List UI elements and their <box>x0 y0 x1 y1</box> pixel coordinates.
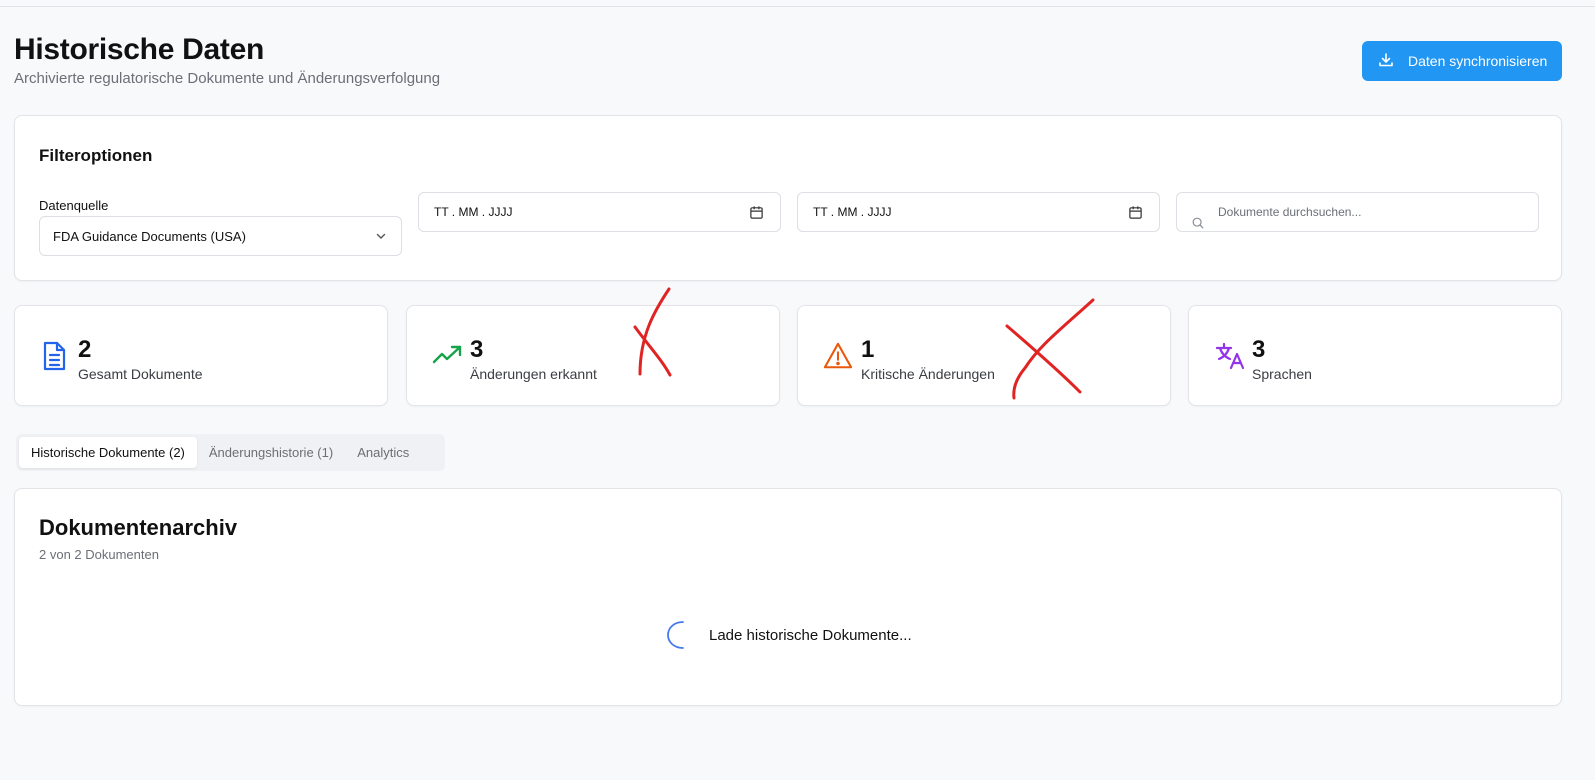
stat-card-total-documents: 2 Gesamt Dokumente <box>14 305 388 406</box>
date-from-input[interactable]: TT . MM . JJJJ <box>418 192 781 232</box>
top-divider <box>0 6 1595 7</box>
stat-value: 3 <box>470 336 484 363</box>
date-to-input[interactable]: TT . MM . JJJJ <box>797 192 1160 232</box>
stat-value: 3 <box>1252 336 1266 363</box>
archive-count: 2 von 2 Dokumenten <box>39 547 159 562</box>
tab-bar: Historische Dokumente (2) Änderungshisto… <box>16 434 445 471</box>
calendar-icon[interactable] <box>749 205 764 220</box>
search-icon <box>1192 217 1204 229</box>
calendar-icon[interactable] <box>1128 205 1143 220</box>
loading-text: Lade historische Dokumente... <box>709 626 912 644</box>
search-input[interactable]: Dokumente durchsuchen... <box>1176 192 1539 232</box>
loading-indicator: Lade historische Dokumente... <box>665 619 912 651</box>
translate-icon <box>1215 342 1245 370</box>
stat-value: 1 <box>861 336 875 363</box>
date-to-value: TT . MM . JJJJ <box>813 205 892 219</box>
document-icon <box>43 341 66 371</box>
warning-icon <box>823 342 853 369</box>
stat-value: 2 <box>78 336 92 363</box>
stat-label: Änderungen erkannt <box>470 366 597 382</box>
filter-panel: Filteroptionen Datenquelle FDA Guidance … <box>14 115 1562 281</box>
stat-card-languages: 3 Sprachen <box>1188 305 1562 406</box>
archive-title: Dokumentenarchiv <box>39 515 238 540</box>
stat-card-changes-detected: 3 Änderungen erkannt <box>406 305 780 406</box>
filter-title: Filteroptionen <box>39 146 153 165</box>
tab-analytics[interactable]: Analytics <box>345 437 421 468</box>
source-select[interactable]: FDA Guidance Documents (USA) <box>39 216 402 256</box>
stat-label: Kritische Änderungen <box>861 366 995 382</box>
search-placeholder: Dokumente durchsuchen... <box>1218 205 1362 219</box>
chevron-down-icon <box>376 233 386 239</box>
document-archive-panel: Dokumentenarchiv 2 von 2 Dokumenten Lade… <box>14 488 1562 706</box>
page-subtitle: Archivierte regulatorische Dokumente und… <box>14 70 441 87</box>
tab-change-history[interactable]: Änderungshistorie (1) <box>197 437 345 468</box>
tab-historical-documents[interactable]: Historische Dokumente (2) <box>19 437 197 468</box>
trending-up-icon <box>432 345 462 364</box>
stat-label: Gesamt Dokumente <box>78 366 203 382</box>
page-title: Historische Daten <box>14 33 264 66</box>
source-label: Datenquelle <box>39 198 109 213</box>
stat-label: Sprachen <box>1252 366 1312 382</box>
source-select-value: FDA Guidance Documents (USA) <box>53 228 246 244</box>
date-from-value: TT . MM . JJJJ <box>434 205 513 219</box>
stat-card-critical-changes: 1 Kritische Änderungen <box>797 305 1171 406</box>
sync-button-label: Daten synchronisieren <box>1408 53 1548 69</box>
sync-data-button[interactable]: Daten synchronisieren <box>1362 41 1562 81</box>
download-icon <box>1378 52 1394 71</box>
spinner-icon <box>667 621 684 649</box>
